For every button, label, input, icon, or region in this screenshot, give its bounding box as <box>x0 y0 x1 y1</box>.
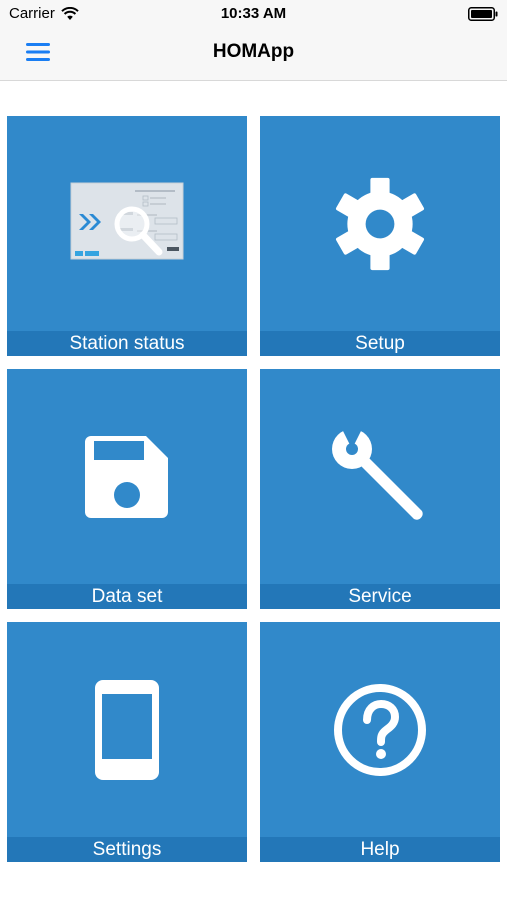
page-title: HOMApp <box>212 41 295 62</box>
help-tile[interactable]: Help <box>260 622 500 862</box>
status-time: 10:33 AM <box>220 5 287 22</box>
setup-tile[interactable]: Setup <box>260 116 500 356</box>
navigation-bar: HOMApp <box>0 28 507 81</box>
status-bar: Carrier 10:33 AM <box>0 0 507 28</box>
tile-label: Data set <box>7 584 247 609</box>
tile-label: Service <box>260 584 500 609</box>
data-set-tile[interactable]: Data set <box>7 369 247 609</box>
tile-label: Settings <box>7 837 247 862</box>
station-status-icon <box>70 182 184 259</box>
smartphone-icon <box>95 679 159 780</box>
tile-label: Setup <box>260 331 500 356</box>
floppy-disk-icon <box>85 435 168 518</box>
wrench-icon <box>332 424 423 520</box>
battery-icon <box>468 7 498 21</box>
settings-tile[interactable]: Settings <box>7 622 247 862</box>
tile-label: Help <box>260 837 500 862</box>
tile-label: Station status <box>7 331 247 356</box>
station-status-tile[interactable]: Station status <box>7 116 247 356</box>
question-circle-icon <box>334 683 426 776</box>
gear-icon <box>335 177 425 270</box>
service-tile[interactable]: Service <box>260 369 500 609</box>
